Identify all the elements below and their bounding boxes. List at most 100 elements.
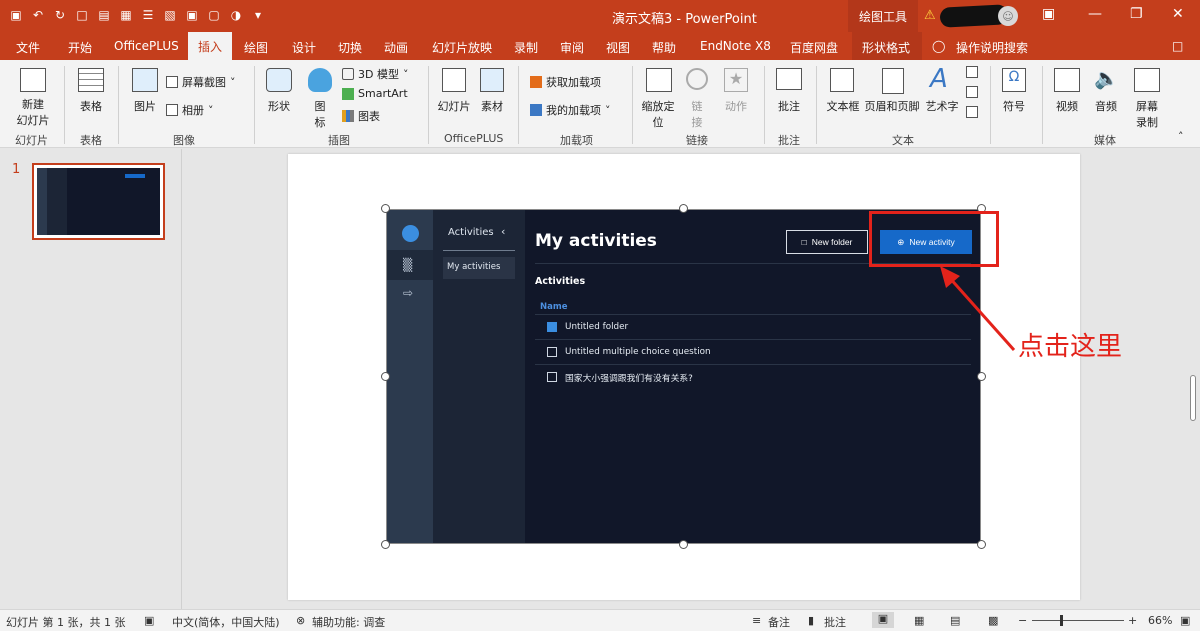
accessibility-icon[interactable]: ⊗ <box>296 614 305 627</box>
close-icon[interactable]: ✕ <box>1172 6 1184 22</box>
shapes-icon[interactable] <box>266 68 292 92</box>
paste-icon[interactable]: ▤ <box>96 6 112 24</box>
notes-icon[interactable]: ≡ <box>752 614 761 627</box>
table-icon[interactable] <box>78 68 104 92</box>
header-footer-button[interactable]: 页眉和页脚 <box>862 98 922 114</box>
slide-number-icon[interactable] <box>966 86 978 98</box>
header-footer-icon[interactable] <box>882 68 904 94</box>
lock-icon[interactable]: ◑ <box>228 6 244 24</box>
slide-library-button[interactable]: 幻灯片 <box>434 98 474 114</box>
notes-button[interactable]: 备注 <box>768 614 790 630</box>
tab-file[interactable]: 文件 <box>16 39 40 56</box>
zoom-out-icon[interactable]: − <box>1018 614 1027 627</box>
list-item[interactable]: Untitled multiple choice question <box>535 340 971 364</box>
redo-icon[interactable]: ↻ <box>52 6 68 24</box>
tab-help[interactable]: 帮助 <box>652 39 676 56</box>
tab-record[interactable]: 录制 <box>514 39 538 56</box>
comments-pane-icon[interactable]: □ <box>1172 39 1183 53</box>
tab-review[interactable]: 审阅 <box>560 39 584 56</box>
screen-record-icon[interactable] <box>1134 68 1160 92</box>
new-slide-button[interactable]: 新建 幻灯片 <box>10 96 56 128</box>
crop-icon[interactable]: ▢ <box>206 6 222 24</box>
resize-handle[interactable] <box>381 372 390 381</box>
symbol-button[interactable]: 符号 <box>996 98 1032 114</box>
shapes-button[interactable]: 形状 <box>260 98 298 114</box>
tab-shape-format[interactable]: 形状格式 <box>862 39 910 56</box>
model3d-button[interactable]: 3D 模型 ˅ <box>342 66 408 82</box>
tab-slideshow[interactable]: 幻灯片放映 <box>432 39 492 56</box>
screenshot-button[interactable]: 屏幕截图 ˅ <box>166 74 236 90</box>
icons-icon[interactable] <box>308 68 332 92</box>
resize-handle[interactable] <box>679 540 688 549</box>
zoom-slider-thumb[interactable] <box>1060 615 1063 626</box>
comments-button[interactable]: 批注 <box>824 614 846 630</box>
collapse-ribbon-icon[interactable]: ˄ <box>1178 130 1184 143</box>
group-icon[interactable]: ▣ <box>184 6 200 24</box>
date-time-icon[interactable] <box>966 66 978 78</box>
video-button[interactable]: 视频 <box>1048 98 1086 114</box>
smartart-button[interactable]: SmartArt <box>342 87 408 100</box>
resize-handle[interactable] <box>381 540 390 549</box>
resize-handle[interactable] <box>679 204 688 213</box>
new-folder-button[interactable]: □ New folder <box>786 230 868 254</box>
get-addins-button[interactable]: 获取加载项 <box>530 74 601 90</box>
slideshow-icon[interactable]: ▩ <box>988 614 998 627</box>
resize-handle[interactable] <box>381 204 390 213</box>
reading-view-icon[interactable]: ▤ <box>950 614 960 627</box>
object-icon[interactable] <box>966 106 978 118</box>
distribute-icon[interactable]: ▧ <box>162 6 178 24</box>
warning-icon[interactable]: ⚠ <box>924 8 936 23</box>
audio-icon[interactable]: 🔈 <box>1094 66 1119 90</box>
zoom-level[interactable]: 66% <box>1148 614 1172 627</box>
save-icon[interactable]: ▣ <box>8 6 24 24</box>
activities-icon[interactable]: ▒ <box>403 258 412 272</box>
tab-officeplus[interactable]: OfficePLUS <box>114 39 179 53</box>
comment-button[interactable]: 批注 <box>770 98 808 114</box>
spelling-icon[interactable]: ▣ <box>144 614 154 627</box>
tab-view[interactable]: 视图 <box>606 39 630 56</box>
lightbulb-icon[interactable]: ◯ <box>932 39 945 53</box>
my-addins-button[interactable]: 我的加载项 ˅ <box>530 102 611 118</box>
new-slide-icon[interactable] <box>20 68 46 92</box>
tab-animations[interactable]: 动画 <box>384 39 408 56</box>
material-button[interactable]: 素材 <box>474 98 510 114</box>
tab-draw[interactable]: 绘图 <box>244 39 268 56</box>
zoom-in-icon[interactable]: + <box>1128 614 1137 627</box>
comments-icon[interactable]: ▮ <box>808 614 814 627</box>
picture-button[interactable]: 图片 <box>126 98 164 114</box>
normal-view-icon[interactable]: ▣ <box>872 612 894 628</box>
shapes-icon[interactable]: ▦ <box>118 6 134 24</box>
tab-design[interactable]: 设计 <box>292 39 316 56</box>
tab-insert[interactable]: 插入 <box>188 32 232 60</box>
icons-button[interactable]: 图标 <box>306 98 334 130</box>
picture-icon[interactable] <box>132 68 158 92</box>
comment-icon[interactable] <box>776 68 802 90</box>
accessibility-status[interactable]: 辅助功能: 调查 <box>312 614 385 630</box>
logout-icon[interactable]: ⇨ <box>403 286 413 300</box>
dropdown-icon[interactable]: ▾ <box>250 6 266 24</box>
zoom-icon[interactable] <box>646 68 672 92</box>
wordart-icon[interactable]: A <box>930 64 948 94</box>
minimize-icon[interactable]: — <box>1088 6 1102 22</box>
material-icon[interactable] <box>480 68 504 92</box>
chart-button[interactable]: 图表 <box>342 108 380 124</box>
resize-handle[interactable] <box>977 372 986 381</box>
tell-me-search[interactable]: 操作说明搜索 <box>956 39 1028 56</box>
textbox-button[interactable]: 文本框 <box>822 98 864 114</box>
undo-icon[interactable]: ↶ <box>30 6 46 24</box>
textbox-icon[interactable] <box>830 68 854 92</box>
zoom-button[interactable]: 缩放定位 <box>638 98 678 130</box>
slide-sorter-icon[interactable]: ▦ <box>914 614 924 627</box>
maximize-icon[interactable]: ❐ <box>1130 6 1143 22</box>
list-item[interactable]: Untitled folder <box>535 315 971 339</box>
audio-button[interactable]: 音频 <box>1088 98 1124 114</box>
resize-handle[interactable] <box>977 540 986 549</box>
list-item[interactable]: 国家大小强调跟我们有没有关系? <box>535 365 971 389</box>
video-icon[interactable] <box>1054 68 1080 92</box>
collapse-chevron-icon[interactable]: ‹ <box>501 225 505 238</box>
tab-transitions[interactable]: 切换 <box>338 39 362 56</box>
album-button[interactable]: 相册 ˅ <box>166 102 214 118</box>
slide-library-icon[interactable] <box>442 68 466 92</box>
panel-item-my-activities[interactable]: My activities <box>443 257 515 279</box>
column-header-name[interactable]: Name <box>540 302 567 312</box>
